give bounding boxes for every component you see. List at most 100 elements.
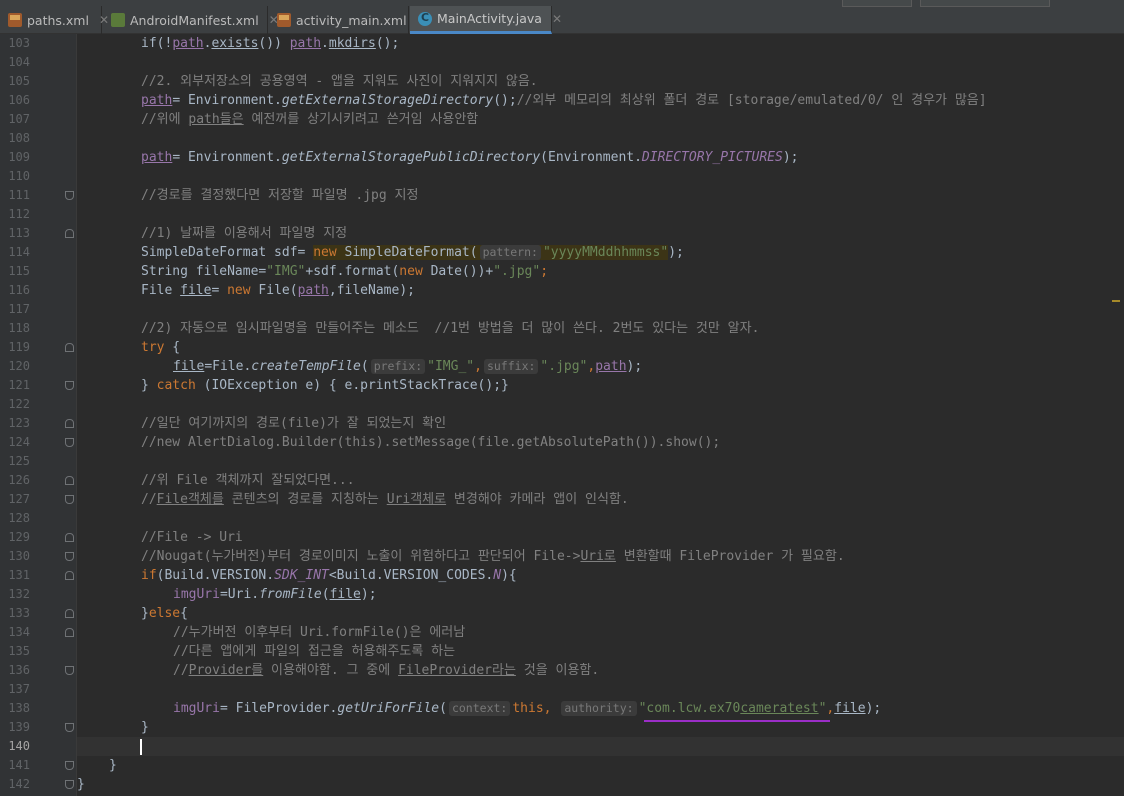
fold-marker-icon[interactable] bbox=[65, 343, 74, 352]
code-comment: //File -> Uri bbox=[141, 530, 243, 545]
parameter-hint: pattern: bbox=[479, 245, 541, 260]
fold-marker-icon[interactable] bbox=[65, 438, 74, 447]
line-number: 140 bbox=[8, 739, 30, 753]
parameter-hint: prefix: bbox=[370, 359, 426, 374]
line-number: 122 bbox=[8, 397, 30, 411]
close-icon[interactable]: ✕ bbox=[552, 12, 562, 26]
code-line: 129 //File -> Uri bbox=[0, 528, 1124, 547]
toolbar-control[interactable] bbox=[920, 0, 1050, 7]
line-number: 134 bbox=[8, 625, 30, 639]
line-number: 137 bbox=[8, 682, 30, 696]
fold-marker-icon[interactable] bbox=[65, 381, 74, 390]
code-line: 109 path= Environment.getExternalStorage… bbox=[0, 148, 1124, 167]
fold-marker-icon[interactable] bbox=[65, 476, 74, 485]
fold-marker-icon[interactable] bbox=[65, 552, 74, 561]
code-line: 132 imgUri=Uri.fromFile(file); bbox=[0, 585, 1124, 604]
code-text: } bbox=[77, 777, 85, 792]
line-number: 123 bbox=[8, 416, 30, 430]
code-line: 122 bbox=[0, 395, 1124, 414]
code-line: 108 bbox=[0, 129, 1124, 148]
code-line: 126 //위 File 객체까지 잘되었다면... bbox=[0, 471, 1124, 490]
parameter-hint: context: bbox=[448, 701, 511, 716]
code-line: 116 File file= new File(path,fileName); bbox=[0, 281, 1124, 300]
line-number: 138 bbox=[8, 701, 30, 715]
line-number: 109 bbox=[8, 150, 30, 164]
fold-marker-icon[interactable] bbox=[65, 628, 74, 637]
code-comment: //경로를 결정했다면 저장할 파일명 .jpg 지정 bbox=[141, 188, 419, 203]
code-line: 141 } bbox=[0, 756, 1124, 775]
fold-marker-icon[interactable] bbox=[65, 571, 74, 580]
code-line: 124 //new AlertDialog.Builder(this).setM… bbox=[0, 433, 1124, 452]
tab-androidmanifest-xml[interactable]: AndroidManifest.xml ✕ bbox=[103, 6, 279, 34]
code-comment: //Nougat(누가버전)부터 경로이미지 노출이 위험하다고 판단되어 Fi… bbox=[141, 549, 845, 564]
xml-file-icon bbox=[8, 13, 22, 27]
fold-marker-icon[interactable] bbox=[65, 761, 74, 770]
tab-paths-xml[interactable]: paths.xml ✕ bbox=[0, 6, 109, 34]
code-line: 138 imgUri= FileProvider.getUriForFile(c… bbox=[0, 699, 1124, 718]
line-number: 129 bbox=[8, 530, 30, 544]
code-line: 111 //경로를 결정했다면 저장할 파일명 .jpg 지정 bbox=[0, 186, 1124, 205]
code-line: 103 if(!path.exists()) path.mkdirs(); bbox=[0, 34, 1124, 53]
code-line: 114 SimpleDateFormat sdf= new SimpleDate… bbox=[0, 243, 1124, 262]
code-line: 137 bbox=[0, 680, 1124, 699]
fold-marker-icon[interactable] bbox=[65, 533, 74, 542]
line-number: 126 bbox=[8, 473, 30, 487]
line-number: 121 bbox=[8, 378, 30, 392]
authority-string-underline bbox=[644, 720, 830, 722]
code-comment: //Provider를 이용해야함. 그 중에 FileProvider라는 것… bbox=[173, 663, 600, 678]
toolbar-control[interactable] bbox=[842, 0, 912, 7]
code-text: SimpleDateFormat sdf= new SimpleDateForm… bbox=[141, 245, 684, 260]
code-line: 106 path= Environment.getExternalStorage… bbox=[0, 91, 1124, 110]
code-line: 127 //File객체를 콘텐츠의 경로를 지칭하는 Uri객체로 변경해야 … bbox=[0, 490, 1124, 509]
tab-mainactivity-java[interactable]: MainActivity.java ✕ bbox=[410, 6, 562, 34]
tab-label: activity_main.xml bbox=[296, 12, 407, 28]
line-number: 120 bbox=[8, 359, 30, 373]
fold-marker-icon[interactable] bbox=[65, 191, 74, 200]
fold-marker-icon[interactable] bbox=[65, 723, 74, 732]
code-text: if(Build.VERSION.SDK_INT<Build.VERSION_C… bbox=[141, 568, 517, 583]
line-number: 131 bbox=[8, 568, 30, 582]
code-text: } bbox=[141, 720, 149, 735]
code-comment: //위에 path들은 예전꺼를 상기시키려고 쓴거임 사용안함 bbox=[141, 112, 479, 127]
code-comment: //다른 앱에게 파일의 접근을 허용해주도록 하는 bbox=[173, 644, 456, 659]
code-line: 115 String fileName="IMG"+sdf.format(new… bbox=[0, 262, 1124, 281]
code-comment: //1) 날짜를 이용해서 파일명 지정 bbox=[141, 226, 348, 241]
code-line: 136 //Provider를 이용해야함. 그 중에 FileProvider… bbox=[0, 661, 1124, 680]
parameter-hint: authority: bbox=[561, 701, 637, 716]
code-comment: //2. 외부저장소의 공용영역 - 앱을 지워도 사진이 지워지지 않음. bbox=[141, 74, 538, 89]
code-line: 117 bbox=[0, 300, 1124, 319]
tab-activity-main-xml[interactable]: activity_main.xml ✕ bbox=[269, 6, 427, 34]
fold-marker-icon[interactable] bbox=[65, 780, 74, 789]
line-number: 136 bbox=[8, 663, 30, 677]
line-number: 113 bbox=[8, 226, 30, 240]
fold-marker-icon[interactable] bbox=[65, 419, 74, 428]
code-line: 113 //1) 날짜를 이용해서 파일명 지정 bbox=[0, 224, 1124, 243]
code-text: path= Environment.getExternalStorageDire… bbox=[141, 93, 987, 108]
line-number: 130 bbox=[8, 549, 30, 563]
code-line: 131 if(Build.VERSION.SDK_INT<Build.VERSI… bbox=[0, 566, 1124, 585]
text-caret bbox=[140, 739, 142, 755]
code-comment: //위 File 객체까지 잘되었다면... bbox=[141, 473, 355, 488]
fold-marker-icon[interactable] bbox=[65, 229, 74, 238]
fold-marker-icon[interactable] bbox=[65, 495, 74, 504]
code-line: 105 //2. 외부저장소의 공용영역 - 앱을 지워도 사진이 지워지지 않… bbox=[0, 72, 1124, 91]
code-line: 123 //일단 여기까지의 경로(file)가 잘 되었는지 확인 bbox=[0, 414, 1124, 433]
line-number: 116 bbox=[8, 283, 30, 297]
code-line: 120 file=File.createTempFile(prefix: "IMG… bbox=[0, 357, 1124, 376]
line-number: 124 bbox=[8, 435, 30, 449]
fold-marker-icon[interactable] bbox=[65, 609, 74, 618]
xml-file-icon bbox=[277, 13, 291, 27]
line-number: 103 bbox=[8, 36, 30, 50]
code-line: 130 //Nougat(누가버전)부터 경로이미지 노출이 위험하다고 판단되… bbox=[0, 547, 1124, 566]
code-text: File file= new File(path,fileName); bbox=[141, 283, 415, 298]
code-line: 112 bbox=[0, 205, 1124, 224]
fold-marker-icon[interactable] bbox=[65, 666, 74, 675]
code-comment: //File객체를 콘텐츠의 경로를 지칭하는 Uri객체로 변경해야 카메라 … bbox=[141, 492, 629, 507]
code-line: 128 bbox=[0, 509, 1124, 528]
line-number: 135 bbox=[8, 644, 30, 658]
code-line: 110 bbox=[0, 167, 1124, 186]
line-number: 114 bbox=[8, 245, 30, 259]
code-text: try { bbox=[141, 340, 181, 355]
tab-label: AndroidManifest.xml bbox=[130, 12, 259, 28]
code-line: 118 //2) 자동으로 임시파일명을 만들어주는 메소드 //1번 방법을 … bbox=[0, 319, 1124, 338]
